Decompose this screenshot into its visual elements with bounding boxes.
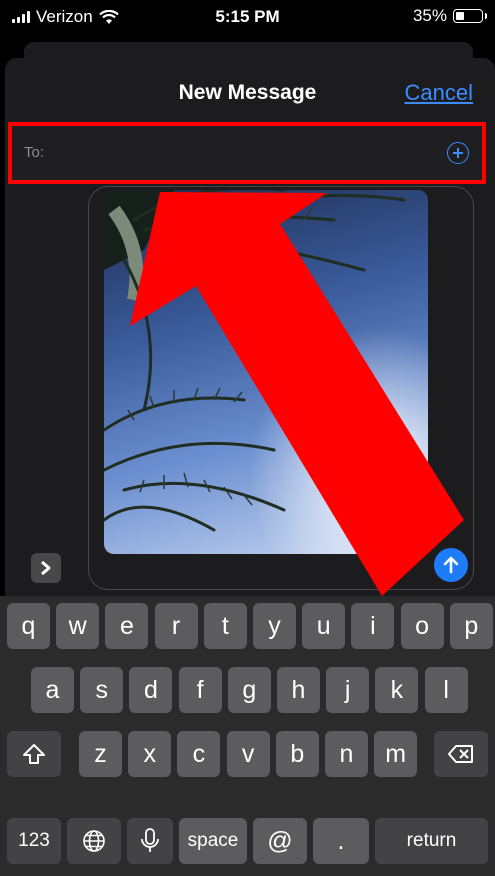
- key-y[interactable]: y: [253, 603, 296, 649]
- period-key[interactable]: .: [313, 818, 369, 864]
- key-w[interactable]: w: [56, 603, 100, 649]
- key-u[interactable]: u: [302, 603, 346, 649]
- return-key[interactable]: return: [375, 818, 488, 864]
- annotation-highlight-box: [8, 122, 486, 184]
- key-a[interactable]: a: [31, 667, 74, 713]
- keyboard: q w e r t y u i o p a s d f g h j k l z x c v b n m 123 space @. retu…: [0, 596, 495, 876]
- delete-icon[interactable]: [434, 731, 488, 777]
- shift-icon[interactable]: [7, 731, 61, 777]
- microphone-icon[interactable]: [127, 818, 173, 864]
- key-j[interactable]: j: [326, 667, 370, 713]
- key-x[interactable]: x: [128, 731, 172, 777]
- globe-icon[interactable]: [67, 818, 121, 864]
- key-k[interactable]: k: [375, 667, 419, 713]
- photo-attachment[interactable]: [104, 190, 428, 554]
- key-e[interactable]: e: [105, 603, 149, 649]
- key-b[interactable]: b: [275, 731, 319, 777]
- battery-icon: [453, 9, 487, 23]
- key-v[interactable]: v: [226, 731, 270, 777]
- key-r[interactable]: r: [154, 603, 198, 649]
- key-z[interactable]: z: [79, 731, 122, 777]
- key-f[interactable]: f: [178, 667, 222, 713]
- key-c[interactable]: c: [177, 731, 221, 777]
- key-d[interactable]: d: [129, 667, 173, 713]
- arrow-up-icon: [443, 556, 459, 574]
- key-m[interactable]: m: [374, 731, 418, 777]
- battery-percent: 35%: [412, 6, 447, 25]
- key-p[interactable]: p: [449, 603, 493, 649]
- at-key[interactable]: @: [253, 818, 307, 864]
- palm-tree-photo: [104, 190, 428, 554]
- space-key[interactable]: space: [179, 818, 247, 864]
- key-g[interactable]: g: [227, 667, 271, 713]
- key-t[interactable]: t: [203, 603, 247, 649]
- key-q[interactable]: q: [7, 603, 50, 649]
- cancel-button[interactable]: Cancel: [405, 80, 473, 106]
- key-h[interactable]: h: [277, 667, 320, 713]
- status-bar: Verizon 5:15 PM 35%: [0, 0, 495, 34]
- key-o[interactable]: o: [400, 603, 444, 649]
- key-i[interactable]: i: [351, 603, 395, 649]
- key-l[interactable]: l: [424, 667, 468, 713]
- numbers-key[interactable]: 123: [7, 818, 61, 864]
- key-n[interactable]: n: [325, 731, 368, 777]
- key-s[interactable]: s: [80, 667, 124, 713]
- send-button[interactable]: [434, 548, 468, 582]
- battery-group: 35%: [412, 6, 487, 26]
- chevron-right-icon[interactable]: [31, 553, 61, 583]
